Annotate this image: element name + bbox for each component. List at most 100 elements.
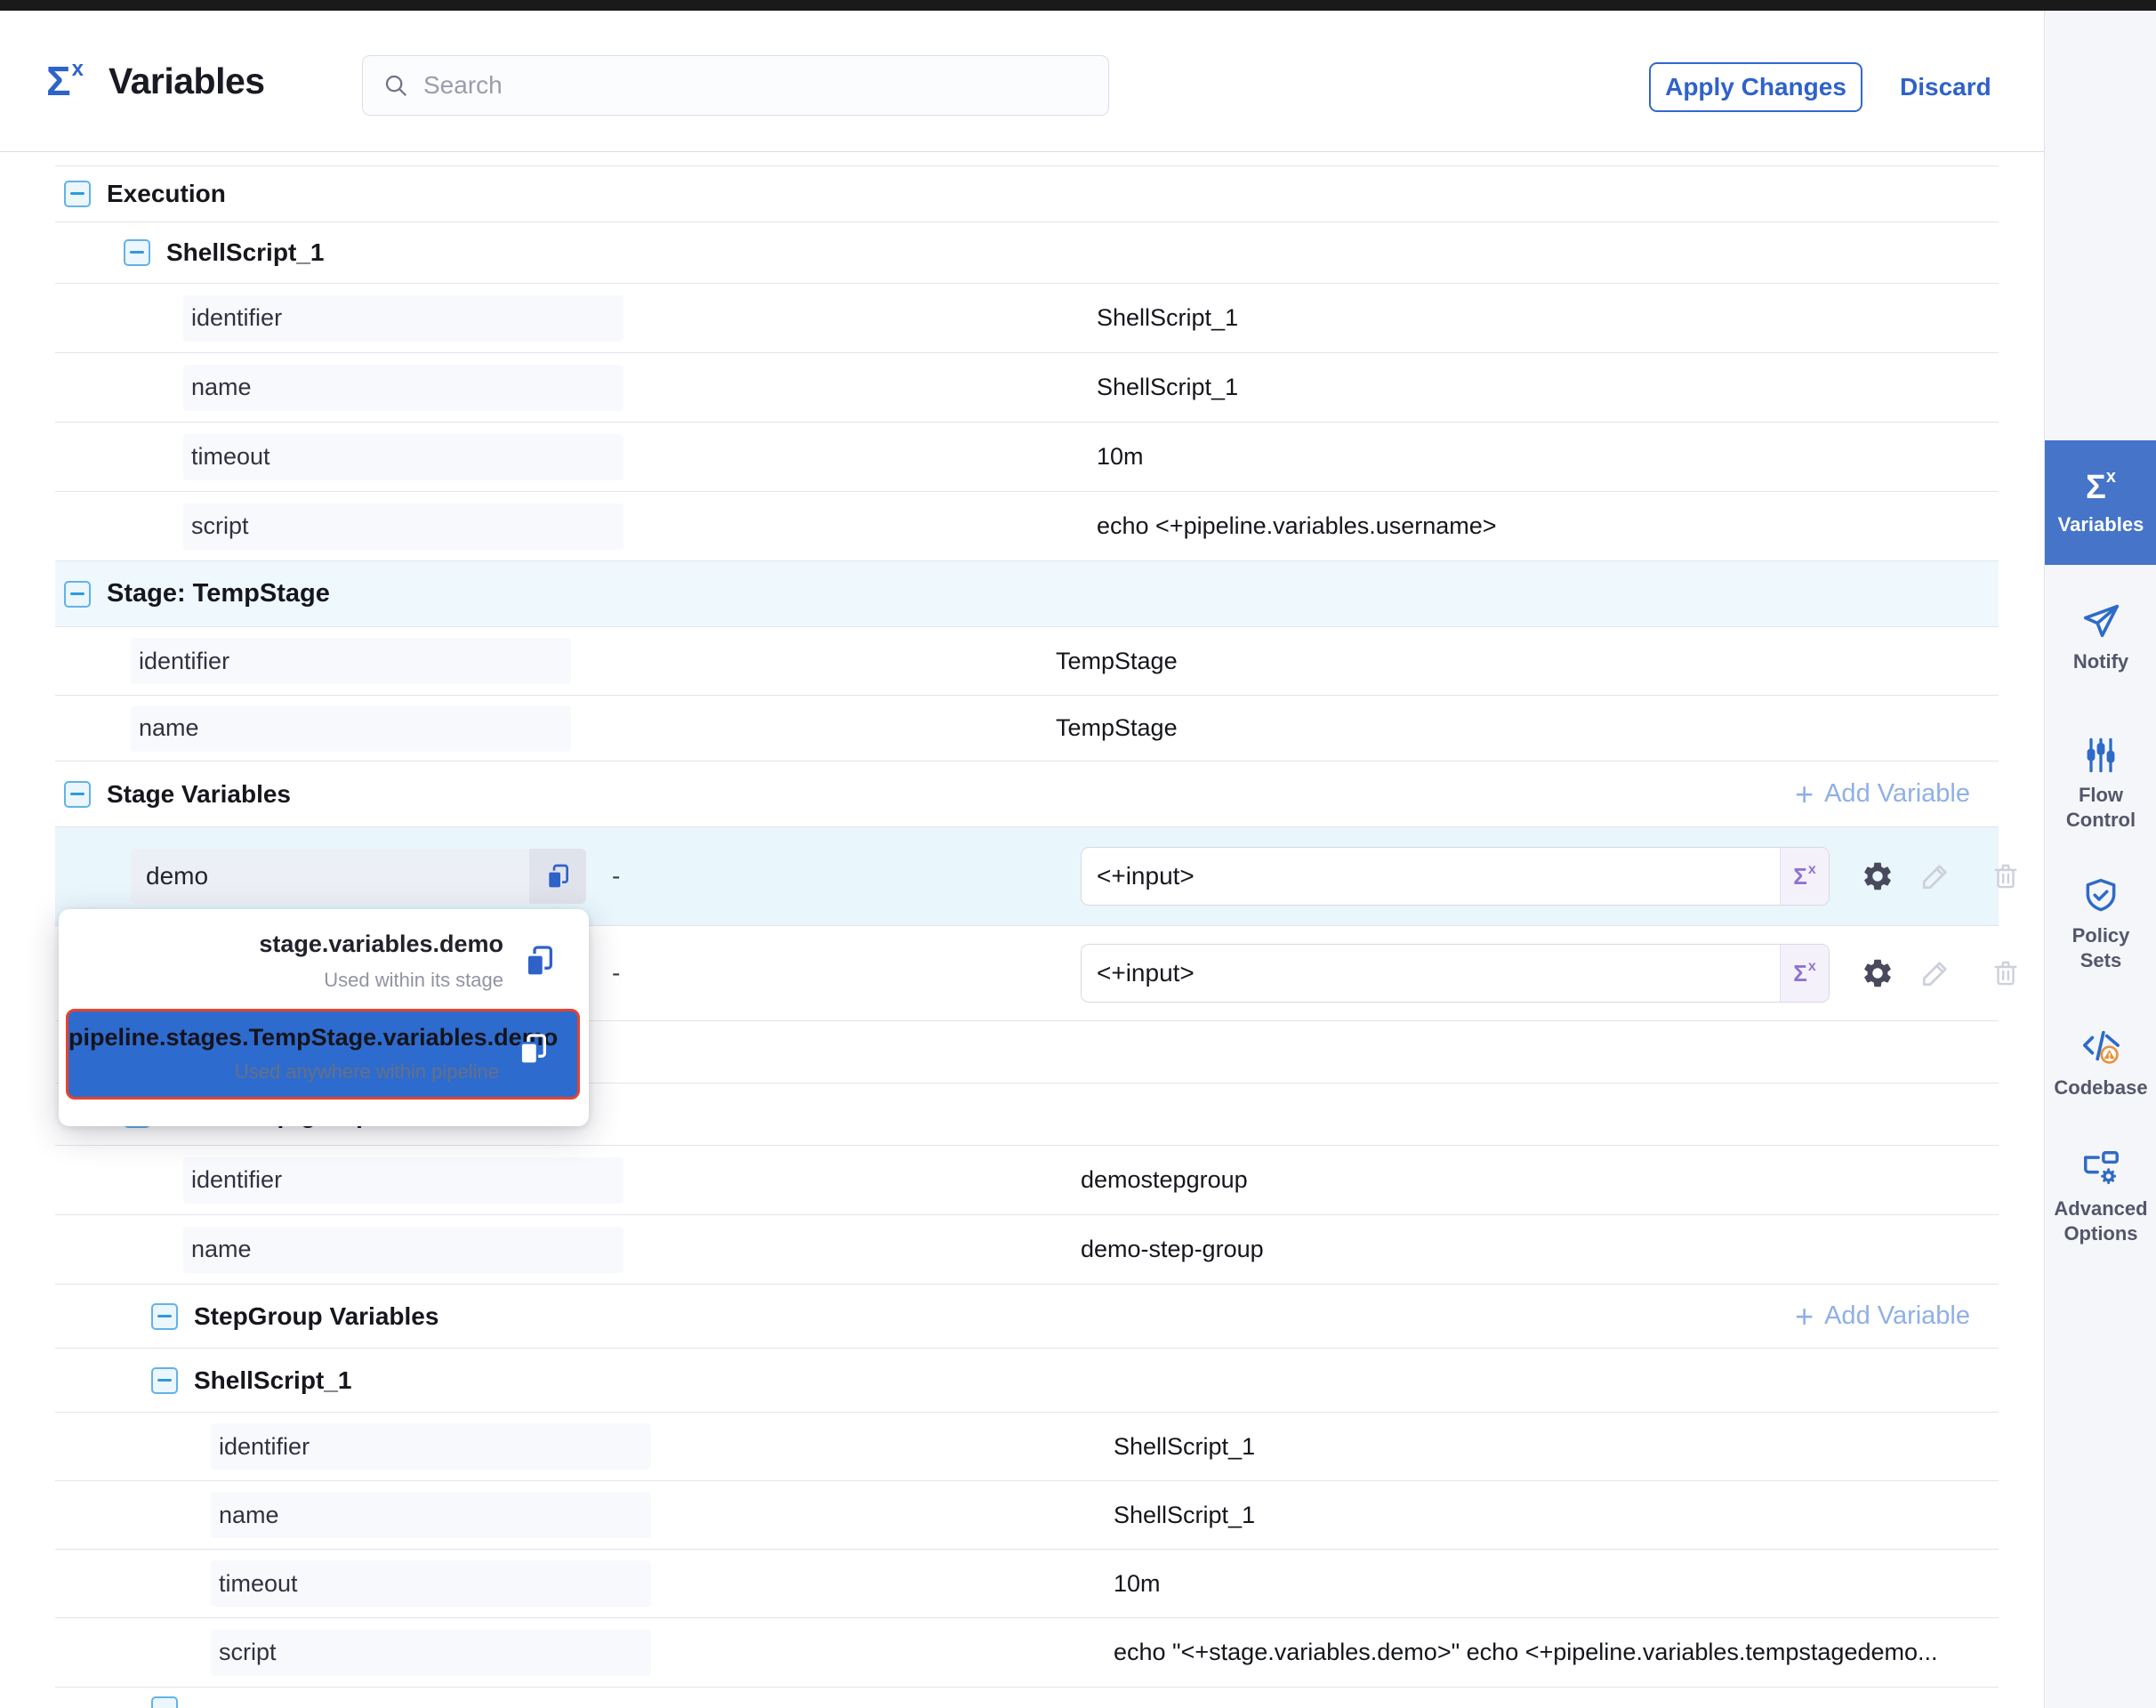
variable-value-input[interactable]: <+input> xyxy=(1082,862,1780,890)
section-row-partial xyxy=(55,1688,1999,1708)
value-cell: demo-step-group xyxy=(1081,1236,1264,1263)
stage-section-label: Stage: TempStage xyxy=(107,579,330,608)
sidebar-item-label: Codebase xyxy=(2054,1076,2147,1100)
collapse-icon[interactable] xyxy=(151,1696,178,1708)
sidebar-item-codebase[interactable]: Codebase xyxy=(2045,1014,2156,1112)
sidebar-item-label: Variables xyxy=(2058,512,2144,537)
section-label: ShellScript_1 xyxy=(194,1366,351,1395)
sidebar-item-advanced-options[interactable]: Advanced Options xyxy=(2045,1142,2156,1251)
search-box[interactable] xyxy=(362,55,1109,116)
code-warning-icon xyxy=(2080,1027,2121,1068)
window-top-bar xyxy=(0,0,2156,11)
runtime-input-type-button[interactable]: Σx xyxy=(1780,945,1829,1002)
discard-button[interactable]: Discard xyxy=(1900,73,1991,101)
pencil-icon xyxy=(1919,957,1951,989)
required-cell: - xyxy=(612,862,620,890)
gear-icon xyxy=(1861,956,1895,990)
add-variable-button[interactable]: + Add Variable xyxy=(1795,778,1970,810)
key-cell: script xyxy=(183,504,623,550)
sidebar-item-flow-control[interactable]: Flow Control xyxy=(2045,728,2156,840)
variable-row-actions xyxy=(1861,956,2021,990)
add-variable-button[interactable]: + Add Variable xyxy=(1795,1301,1970,1333)
value-cell: echo "<+stage.variables.demo>" echo <+pi… xyxy=(1114,1639,1938,1666)
kv-row: identifier demostepgroup xyxy=(55,1146,1999,1215)
delete-button[interactable] xyxy=(1991,861,2021,891)
section-label: Stage Variables xyxy=(107,780,291,809)
section-row-stage-variables: Stage Variables + Add Variable xyxy=(55,761,1999,827)
kv-row: name ShellScript_1 xyxy=(55,1481,1999,1550)
kv-row: timeout 10m xyxy=(55,423,1999,492)
variables-panel: Σx Variables Apply Changes Discard Σx Va… xyxy=(0,0,2156,1708)
kv-row: name demo-step-group xyxy=(55,1215,1999,1285)
section-row-stepgroup-variables: StepGroup Variables + Add Variable xyxy=(55,1285,1999,1349)
value-cell: echo <+pipeline.variables.username> xyxy=(1097,512,1497,540)
apply-changes-button[interactable]: Apply Changes xyxy=(1649,62,1862,112)
sidebar-item-label: Notify xyxy=(2073,649,2128,674)
trash-icon xyxy=(1991,861,2021,891)
kv-row: identifier ShellScript_1 xyxy=(55,284,1999,353)
kv-row: script echo <+pipeline.variables.usernam… xyxy=(55,492,1999,561)
paper-plane-icon xyxy=(2080,600,2121,641)
value-cell: TempStage xyxy=(1056,648,1178,675)
kv-row: script echo "<+stage.variables.demo>" ec… xyxy=(55,1618,1999,1688)
sidebar-item-notify[interactable]: Notify xyxy=(2045,587,2156,687)
copy-icon xyxy=(543,862,572,890)
add-variable-label: Add Variable xyxy=(1824,1301,1970,1331)
collapse-icon[interactable] xyxy=(124,239,150,266)
value-cell: demostepgroup xyxy=(1081,1166,1248,1194)
runtime-input-type-button[interactable]: Σx xyxy=(1780,848,1829,905)
collapse-icon[interactable] xyxy=(151,1367,178,1394)
section-label: Execution xyxy=(107,180,226,208)
edit-button[interactable] xyxy=(1919,957,1951,989)
sidebar-item-label: Flow Control xyxy=(2060,783,2142,832)
sidebar-item-variables[interactable]: Σx Variables xyxy=(2045,440,2156,565)
collapse-icon[interactable] xyxy=(64,781,91,808)
value-cell: TempStage xyxy=(1056,714,1178,742)
key-cell: identifier xyxy=(183,295,623,342)
copy-button[interactable] xyxy=(529,849,586,904)
edit-button[interactable] xyxy=(1919,860,1951,892)
variable-value-field[interactable]: <+input> Σx xyxy=(1081,847,1830,906)
delete-button[interactable] xyxy=(1991,958,2021,988)
variable-path-text: stage.variables.demo xyxy=(59,931,503,958)
copy-button[interactable] xyxy=(521,943,557,983)
sidebar-item-label: Policy Sets xyxy=(2065,923,2136,972)
shield-check-icon xyxy=(2081,876,2120,915)
variable-path-option-pipeline[interactable]: pipeline.stages.TempStage.variables.demo… xyxy=(66,1009,580,1100)
kv-row: timeout 10m xyxy=(55,1550,1999,1618)
key-cell: script xyxy=(211,1630,651,1676)
settings-button[interactable] xyxy=(1861,859,1895,893)
copy-icon xyxy=(515,1031,551,1067)
variable-value-input[interactable]: <+input> xyxy=(1082,959,1780,987)
variable-row-actions xyxy=(1861,859,2021,893)
section-label: ShellScript_1 xyxy=(166,238,324,267)
variable-path-text: pipeline.stages.TempStage.variables.demo xyxy=(68,1024,499,1051)
kv-row: name TempStage xyxy=(55,696,1999,761)
collapse-icon[interactable] xyxy=(151,1303,178,1330)
sidebar-item-policy-sets[interactable]: Policy Sets xyxy=(2045,870,2156,979)
search-input[interactable] xyxy=(422,70,1108,101)
key-cell: identifier xyxy=(131,638,571,684)
variable-path-option-stage[interactable]: stage.variables.demo Used within its sta… xyxy=(59,931,589,1005)
settings-button[interactable] xyxy=(1861,956,1895,990)
panel-header: Σx Variables Apply Changes Discard xyxy=(0,11,2044,152)
collapse-icon[interactable] xyxy=(64,581,91,608)
value-cell: ShellScript_1 xyxy=(1097,304,1238,332)
key-cell: name xyxy=(131,705,571,752)
key-cell: identifier xyxy=(183,1157,623,1204)
kv-row: name ShellScript_1 xyxy=(55,353,1999,423)
variable-name-field[interactable]: demo xyxy=(131,849,586,904)
variable-value-field[interactable]: <+input> Σx xyxy=(1081,944,1830,1003)
plus-icon: + xyxy=(1795,1301,1814,1333)
variable-path-scope: Used within its stage xyxy=(59,969,503,992)
page-title: Variables xyxy=(109,60,265,102)
key-cell: name xyxy=(211,1492,651,1538)
variable-name-input[interactable]: demo xyxy=(131,849,529,904)
workflow-gear-icon xyxy=(2080,1148,2121,1188)
value-cell: ShellScript_1 xyxy=(1114,1433,1255,1461)
key-cell: timeout xyxy=(183,434,623,480)
variable-path-popup: stage.variables.demo Used within its sta… xyxy=(59,909,589,1126)
copy-button[interactable] xyxy=(515,1031,551,1071)
collapse-icon[interactable] xyxy=(64,181,91,207)
value-cell: ShellScript_1 xyxy=(1114,1502,1255,1529)
